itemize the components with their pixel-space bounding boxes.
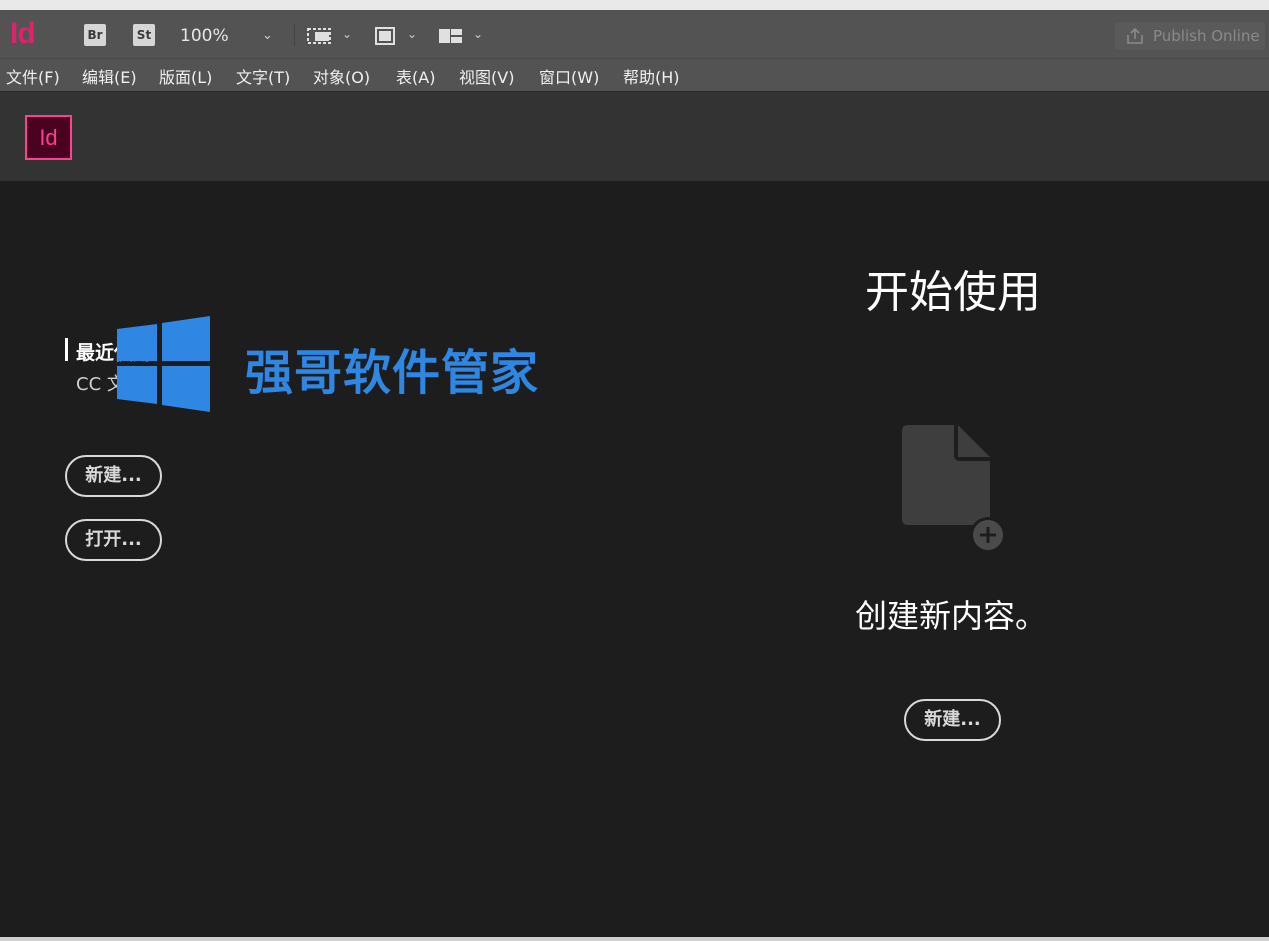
screen-mode-dropdown[interactable]: ⌄: [373, 24, 421, 46]
create-new-button[interactable]: 新建...: [904, 699, 1001, 741]
start-workspace: 最近使用 CC 文件 新建... 打开... 强哥软件管家 开始使用 创建新内容…: [0, 181, 1269, 937]
menu-help[interactable]: 帮助(H): [623, 64, 680, 88]
home-header: Id: [0, 91, 1269, 181]
get-started-title: 开始使用: [865, 267, 1041, 318]
arrange-documents-dropdown[interactable]: ⌄: [438, 24, 488, 46]
chevron-down-icon: ⌄: [473, 27, 484, 41]
windows-logo-icon: [117, 316, 210, 412]
new-document-icon: [902, 425, 1006, 553]
publish-online-label: Publish Online: [1153, 27, 1260, 45]
indesign-badge: Id: [25, 115, 72, 160]
menu-window[interactable]: 窗口(W): [539, 64, 599, 88]
bottom-edge: [0, 937, 1269, 941]
new-button[interactable]: 新建...: [65, 455, 162, 497]
publish-online-button[interactable]: Publish Online: [1115, 22, 1265, 50]
application-bar: Id Br St 100% ⌄ ⌄ ⌄ ⌄ Publish Online: [0, 10, 1269, 58]
window-title: [0, 0, 1269, 10]
chevron-down-icon: ⌄: [342, 27, 353, 41]
menu-table[interactable]: 表(A): [396, 64, 435, 88]
share-icon: [1127, 27, 1143, 44]
zoom-value: 100%: [180, 26, 229, 46]
menu-edit[interactable]: 编辑(E): [82, 64, 137, 88]
chevron-down-icon: ⌄: [262, 28, 273, 43]
menu-file[interactable]: 文件(F): [6, 64, 60, 88]
menu-bar: 文件(F) 编辑(E) 版面(L) 文字(T) 对象(O) 表(A) 视图(V)…: [0, 58, 1269, 91]
menu-type[interactable]: 文字(T): [236, 64, 290, 88]
toolbar-divider: [294, 24, 295, 46]
arrange-documents-icon: [439, 29, 462, 43]
menu-object[interactable]: 对象(O): [313, 64, 370, 88]
watermark: 强哥软件管家: [115, 315, 565, 415]
open-button[interactable]: 打开...: [65, 519, 162, 561]
menu-view[interactable]: 视图(V): [459, 64, 514, 88]
menu-layout[interactable]: 版面(L): [159, 64, 212, 88]
chevron-down-icon: ⌄: [407, 27, 418, 41]
watermark-text: 强哥软件管家: [245, 345, 540, 401]
stock-button[interactable]: St: [133, 24, 155, 46]
create-new-content-text: 创建新内容。: [855, 597, 1048, 635]
bridge-button[interactable]: Br: [84, 24, 106, 46]
view-options-dropdown[interactable]: ⌄: [306, 24, 356, 46]
indesign-logo: Id: [10, 17, 36, 50]
view-options-icon: [307, 28, 331, 44]
recent-tab-indicator: [65, 338, 68, 361]
screen-mode-icon: [375, 27, 395, 45]
zoom-dropdown[interactable]: 100% ⌄: [176, 23, 284, 49]
